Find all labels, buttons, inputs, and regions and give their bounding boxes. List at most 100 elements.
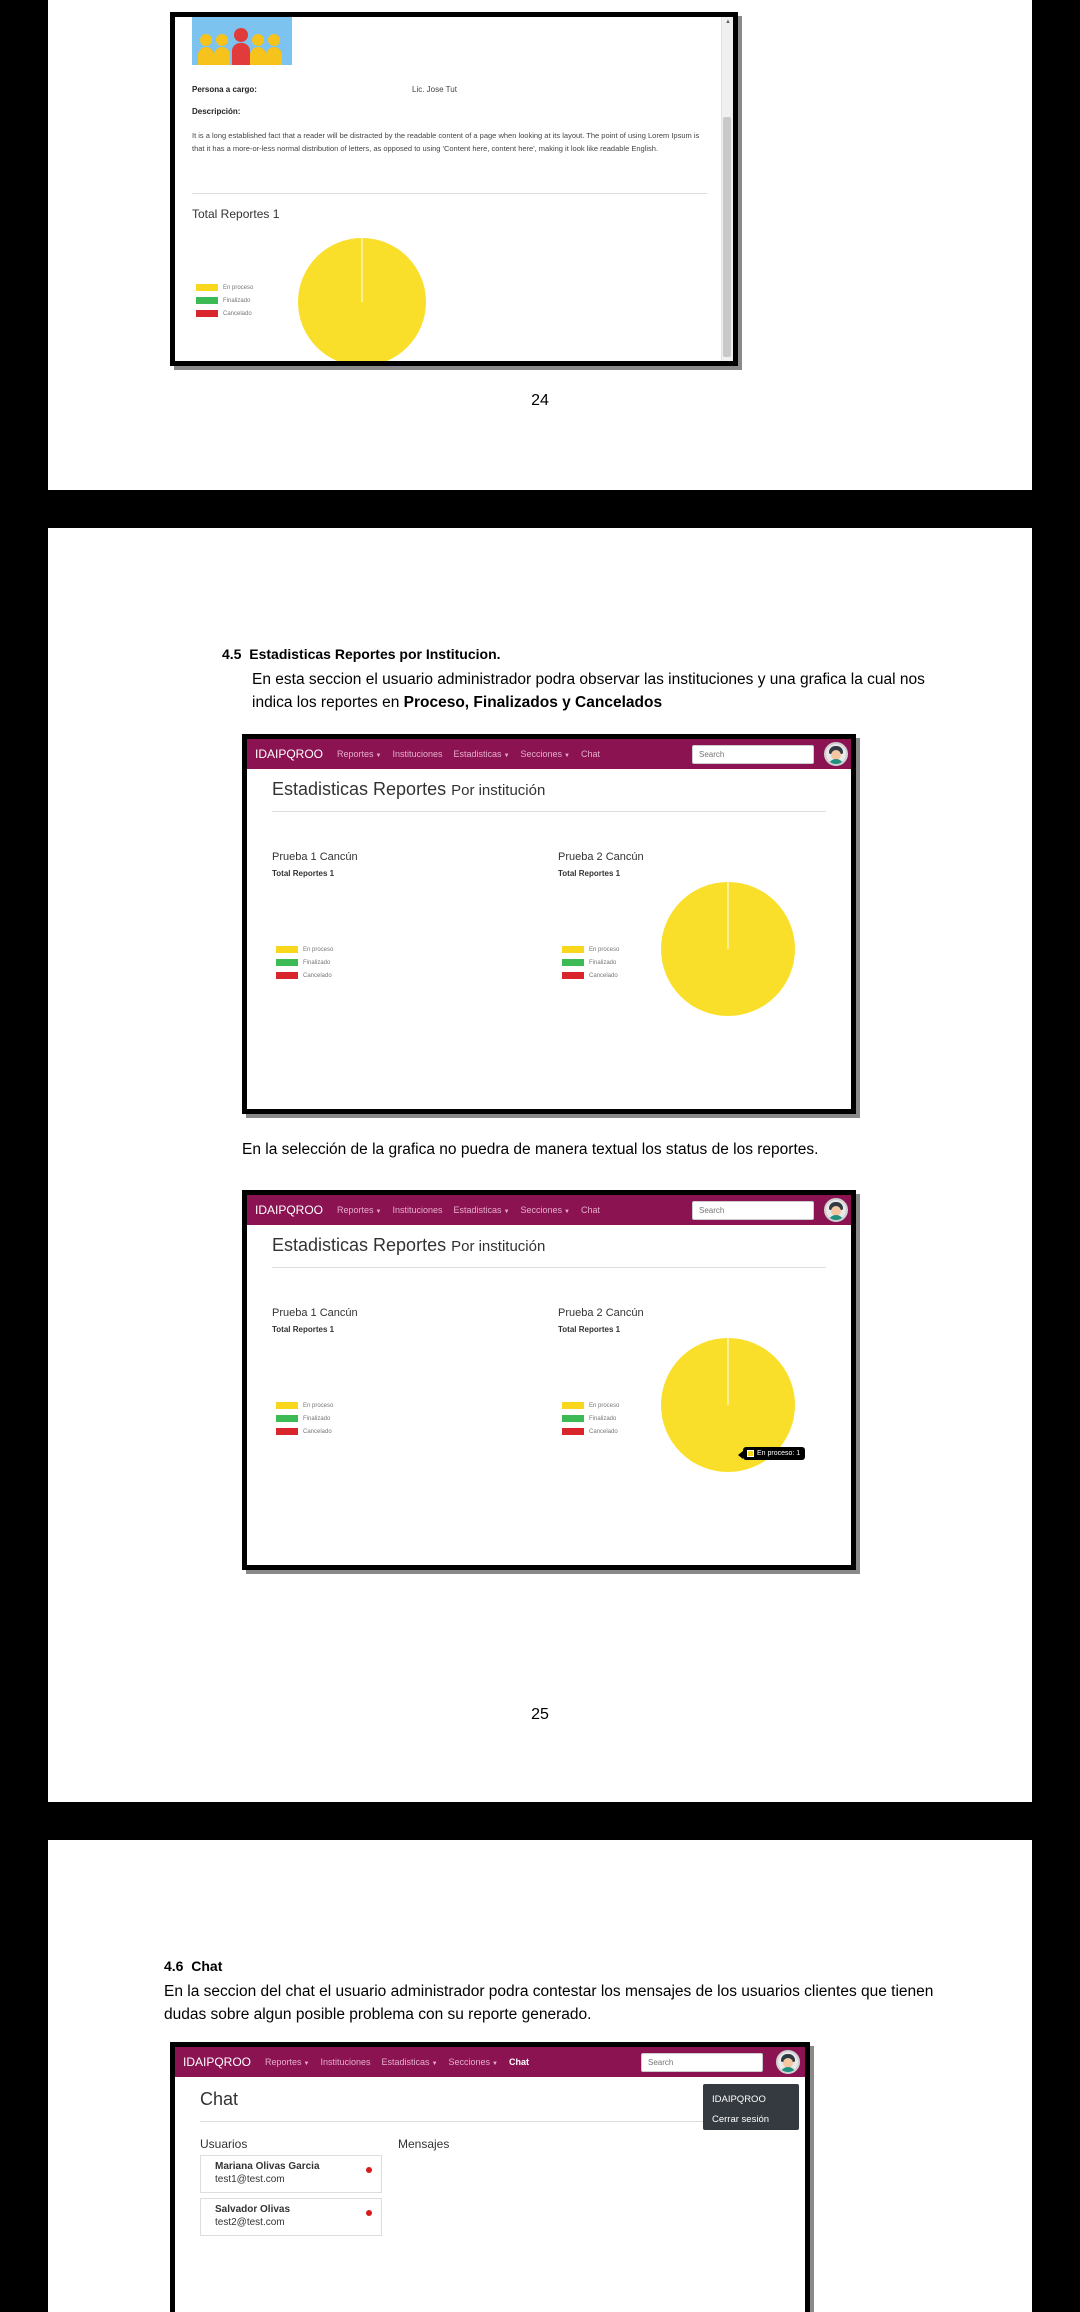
chart-tooltip: En proceso: 1 — [743, 1447, 806, 1460]
legend-label: Cancelado — [303, 1428, 332, 1435]
legend-item-finalizado: Finalizado — [276, 1412, 333, 1425]
navbar-brand[interactable]: IDAIPQROO — [255, 1203, 323, 1217]
user-item[interactable]: Mariana Olivas Garcia test1@test.com — [200, 2155, 382, 2193]
document-page-24: Persona a cargo: Lic. Jose Tut Descripci… — [48, 0, 1032, 490]
nav-instituciones[interactable]: Instituciones — [393, 1205, 443, 1215]
nav-chat[interactable]: Chat — [581, 1205, 600, 1215]
person-figure — [214, 34, 230, 65]
nav-secciones[interactable]: Secciones ▼ — [449, 2057, 498, 2067]
institution-total: Total Reportes 1 — [272, 1325, 335, 1334]
avatar[interactable] — [824, 742, 848, 766]
nav-secciones[interactable]: Secciones ▼ — [521, 749, 570, 759]
nav-chat[interactable]: Chat — [509, 2057, 529, 2067]
legend-label: En proceso — [589, 1402, 620, 1409]
page-number: 24 — [531, 392, 549, 409]
nav-reportes[interactable]: Reportes ▼ — [265, 2057, 309, 2067]
scrollbar[interactable]: ▲ — [721, 17, 733, 361]
legend-label: Finalizado — [303, 1415, 331, 1422]
legend-swatch — [562, 1428, 584, 1435]
user-dropdown-menu: IDAIPQROO Cerrar sesión — [703, 2084, 799, 2130]
caret-down-icon: ▼ — [375, 1209, 382, 1215]
user-email: test2@test.com — [215, 2217, 285, 2228]
institution-name: Prueba 1 Cancún — [272, 851, 358, 863]
legend-label: En proceso — [223, 284, 254, 291]
legend-label: Cancelado — [303, 972, 332, 979]
page-title: Estadisticas Reportes Por institución — [272, 779, 546, 799]
dropdown-item-logout[interactable]: Cerrar sesión — [712, 2110, 790, 2130]
legend-swatch — [276, 959, 298, 966]
nav-instituciones[interactable]: Instituciones — [393, 749, 443, 759]
nav-estadisticas[interactable]: Estadisticas ▼ — [454, 1205, 510, 1215]
legend-label: Finalizado — [589, 1415, 617, 1422]
nav-reportes[interactable]: Reportes ▼ — [337, 749, 381, 759]
nav-chat[interactable]: Chat — [581, 749, 600, 759]
scroll-thumb[interactable] — [723, 117, 731, 357]
page-title: Estadisticas Reportes Por institución — [272, 1235, 546, 1255]
usuarios-heading: Usuarios — [200, 2137, 248, 2151]
persona-value: Lic. Jose Tut — [412, 85, 457, 94]
navbar: IDAIPQROO Reportes ▼ Instituciones Estadi… — [247, 1195, 851, 1225]
search-input[interactable] — [692, 1201, 814, 1220]
institution-total: Total Reportes 1 — [558, 869, 621, 878]
document-page-25: 4.5 Estadisticas Reportes por Institucio… — [48, 528, 1032, 1802]
legend-item-cancelado: Cancelado — [196, 307, 253, 320]
legend-swatch — [276, 972, 298, 979]
persona-row: Persona a cargo: Lic. Jose Tut — [192, 85, 457, 94]
dropdown-item-profile[interactable]: IDAIPQROO — [712, 2090, 790, 2110]
legend-label: En proceso — [303, 946, 334, 953]
chart-legend[interactable]: En proceso Finalizado Cancelado — [196, 281, 253, 320]
user-name: Salvador Olivas — [215, 2204, 291, 2215]
legend-item-en-proceso: En proceso — [276, 1399, 333, 1412]
legend-item-finalizado: Finalizado — [276, 956, 333, 969]
legend-label: Cancelado — [589, 1428, 618, 1435]
legend-item-finalizado: Finalizado — [562, 1412, 619, 1425]
chart-legend[interactable]: En proceso Finalizado Cancelado — [562, 1399, 619, 1438]
caret-down-icon: ▼ — [431, 2061, 438, 2067]
pie-chart[interactable] — [292, 232, 432, 366]
caret-down-icon: ▼ — [564, 753, 570, 759]
pie-chart[interactable] — [362, 879, 502, 1019]
pie-chart[interactable] — [658, 879, 798, 1019]
nav-estadisticas[interactable]: Estadisticas ▼ — [382, 2057, 438, 2067]
legend-item-en-proceso: En proceso — [276, 943, 333, 956]
institution-total: Total Reportes 1 — [272, 869, 335, 878]
navbar-brand[interactable]: IDAIPQROO — [255, 747, 323, 761]
section-title: Estadisticas Reportes por Institucion. — [249, 646, 501, 662]
institution-detail-screenshot: Persona a cargo: Lic. Jose Tut Descripci… — [170, 12, 738, 366]
institution-total: Total Reportes 1 — [558, 1325, 621, 1334]
stats-tooltip-screenshot: IDAIPQROO Reportes ▼ Instituciones Estadi… — [242, 1190, 856, 1570]
search-input[interactable] — [692, 745, 814, 764]
avatar[interactable] — [776, 2050, 800, 2074]
legend-swatch — [196, 310, 218, 317]
scroll-up-icon[interactable]: ▲ — [725, 19, 731, 25]
legend-swatch — [562, 1415, 584, 1422]
legend-item-en-proceso: En proceso — [196, 281, 253, 294]
tooltip-text: En proceso: 1 — [757, 1450, 801, 1457]
legend-label: Cancelado — [589, 972, 618, 979]
nav-instituciones[interactable]: Instituciones — [321, 2057, 371, 2067]
chart-legend[interactable]: En proceso Finalizado Cancelado — [276, 1399, 333, 1438]
caret-down-icon: ▼ — [375, 753, 382, 759]
person-figure — [250, 34, 266, 65]
legend-label: Cancelado — [223, 310, 252, 317]
navbar-brand[interactable]: IDAIPQROO — [183, 2055, 251, 2069]
nav-estadisticas[interactable]: Estadisticas ▼ — [454, 749, 510, 759]
legend-swatch — [562, 946, 584, 953]
pie-chart[interactable] — [362, 1335, 502, 1475]
legend-item-en-proceso: En proceso — [562, 943, 619, 956]
search-input[interactable] — [641, 2053, 763, 2072]
legend-label: Finalizado — [589, 959, 617, 966]
divider — [192, 193, 707, 194]
stats-screenshot: IDAIPQROO Reportes ▼ Instituciones Estadi… — [242, 734, 856, 1114]
legend-label: Finalizado — [303, 959, 331, 966]
total-reportes-label: Total Reportes 1 — [192, 207, 280, 221]
chart-legend[interactable]: En proceso Finalizado Cancelado — [276, 943, 333, 982]
legend-swatch — [196, 284, 218, 291]
user-item[interactable]: Salvador Olivas test2@test.com — [200, 2198, 382, 2236]
avatar[interactable] — [824, 1198, 848, 1222]
nav-secciones[interactable]: Secciones ▼ — [521, 1205, 570, 1215]
chart-legend[interactable]: En proceso Finalizado Cancelado — [562, 943, 619, 982]
nav-reportes[interactable]: Reportes ▼ — [337, 1205, 381, 1215]
legend-swatch — [276, 1428, 298, 1435]
caret-down-icon: ▼ — [492, 2061, 498, 2067]
